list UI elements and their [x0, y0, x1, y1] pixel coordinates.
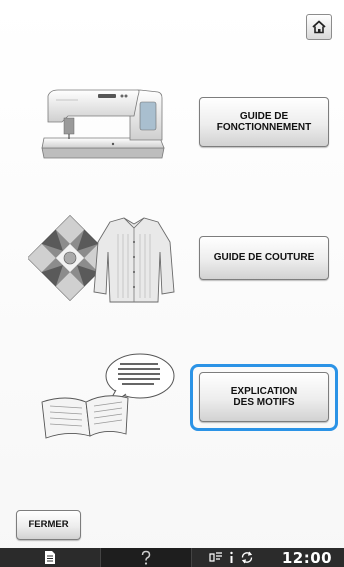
book-speech-image	[36, 350, 176, 442]
help-button[interactable]	[100, 548, 192, 567]
quilt-shirt-image	[27, 212, 178, 307]
pattern-explanation-button[interactable]: EXPLICATION DES MOTIFS	[199, 372, 329, 422]
clock-time: 12:00	[281, 548, 333, 567]
status-icons	[192, 548, 270, 567]
close-button-label: FERMER	[28, 518, 69, 530]
needle-icon	[208, 552, 222, 562]
document-icon	[45, 551, 55, 564]
sewing-guide-button[interactable]: GUIDE DE COUTURE	[199, 236, 329, 280]
home-icon	[312, 20, 326, 34]
status-bar: 12:00	[0, 548, 344, 567]
home-button[interactable]	[306, 14, 332, 40]
sewing-guide-label: GUIDE DE COUTURE	[213, 252, 315, 264]
operation-guide-label-line1: GUIDE DE	[239, 110, 289, 122]
info-icon	[229, 551, 233, 563]
pattern-explanation-label-line2: DES MOTIFS	[233, 397, 295, 408]
document-button[interactable]	[0, 548, 100, 567]
sewing-machine-image	[38, 82, 168, 162]
operation-guide-label-line2: FONCTIONNEMENT	[216, 122, 312, 133]
help-icon	[141, 550, 151, 565]
close-button[interactable]: FERMER	[16, 510, 81, 540]
screen: GUIDE DE FONCTIONNEMENT GUIDE DE COUTURE…	[0, 0, 344, 567]
sync-icon	[241, 551, 252, 564]
operation-guide-button[interactable]: GUIDE DE FONCTIONNEMENT	[199, 97, 329, 147]
pattern-explanation-label-line1: EXPLICATION	[230, 385, 298, 397]
